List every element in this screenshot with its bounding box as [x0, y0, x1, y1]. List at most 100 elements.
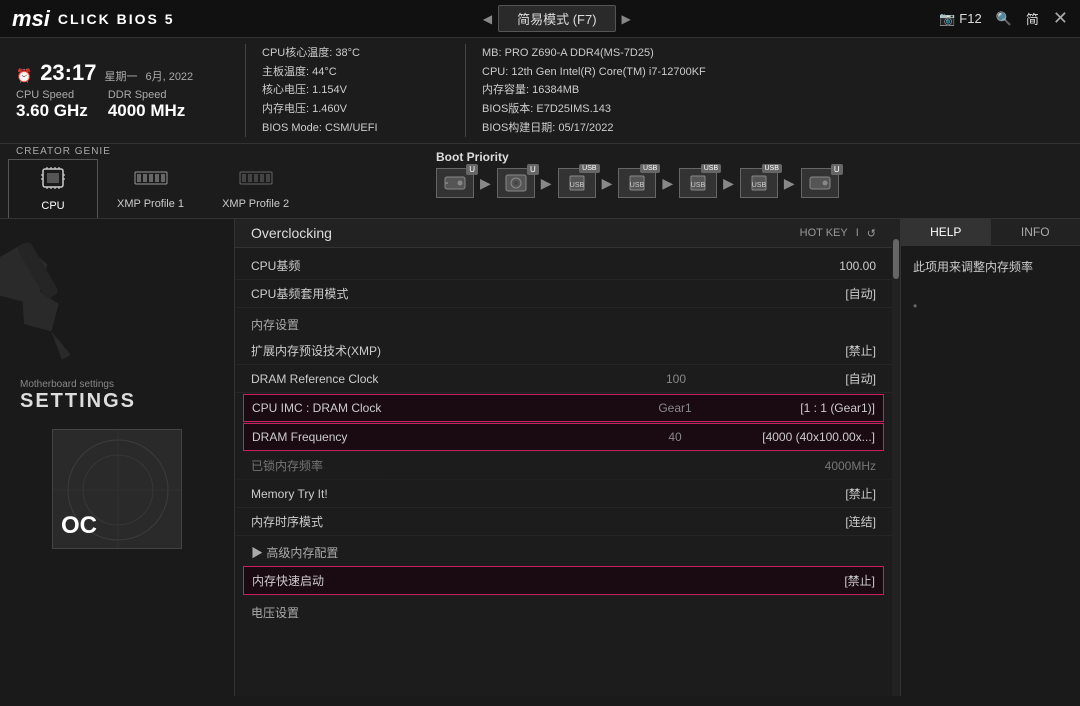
- boot-arrow-5: ▶: [784, 175, 795, 192]
- bios-mode-row: BIOS Mode: CSM/UEFI: [262, 119, 449, 138]
- svg-text:USB: USB: [752, 182, 767, 189]
- oc-box[interactable]: OC: [52, 429, 182, 549]
- setting-value-3: [禁止]: [716, 342, 876, 359]
- mode-badge[interactable]: 简易模式 (F7): [498, 5, 615, 32]
- svg-text:USB: USB: [569, 182, 584, 189]
- bios-ver-value: E7D25IMS.143: [536, 103, 611, 115]
- bios-date-value: 05/17/2022: [558, 122, 613, 134]
- camera-icon[interactable]: 📷 F12: [939, 11, 982, 27]
- mem-voltage-value: 1.460V: [312, 103, 347, 115]
- mb-label: MB:: [482, 47, 502, 59]
- core-voltage-value: 1.154V: [312, 84, 347, 96]
- setting-row-7[interactable]: 已锁内存频率 4000MHz: [235, 452, 892, 480]
- svg-text:USB: USB: [691, 182, 706, 189]
- boot-device-hdd-icon: U: [436, 168, 474, 198]
- setting-value-11: [禁止]: [715, 572, 875, 589]
- boot-device-0[interactable]: U: [436, 168, 474, 198]
- setting-row-4[interactable]: DRAM Reference Clock100[自动]: [235, 365, 892, 393]
- help-text: 此项用来调整内存频率: [913, 260, 1033, 274]
- oc-header-right: HOT KEY I ↺: [800, 227, 876, 240]
- ddr-speed-item: DDR Speed 4000 MHz: [108, 89, 185, 121]
- setting-value-7: 4000MHz: [716, 459, 876, 473]
- boot-device-3[interactable]: USB USB: [618, 168, 656, 198]
- help-info-content: 此项用来调整内存频率 •: [901, 246, 1080, 328]
- boot-priority-label: Boot Priority: [436, 150, 1064, 164]
- mb-temp-label: 主板温度:: [262, 66, 309, 78]
- tab-xmp1-label: XMP Profile 1: [117, 198, 184, 210]
- mb-value: PRO Z690-A DDR4(MS-7D25): [505, 47, 654, 59]
- setting-name-9: 内存时序模式: [251, 513, 636, 530]
- cpu-temp-row: CPU核心温度: 38°C: [262, 44, 449, 63]
- tab-cpu[interactable]: CPU: [8, 159, 98, 218]
- xmp1-tab-icon: [134, 168, 168, 194]
- ddr-speed-value: 4000 MHz: [108, 101, 185, 120]
- ddr-speed-label: DDR Speed: [108, 89, 185, 101]
- boot-device-usb1-icon: USB USB: [558, 168, 596, 198]
- boot-device-usb4-icon: USB USB: [740, 168, 778, 198]
- boot-arrow-1: ▶: [541, 175, 552, 192]
- click-bios-text: CLICK BIOS 5: [58, 11, 175, 27]
- boot-device-4[interactable]: USB USB: [679, 168, 717, 198]
- boot-device-6[interactable]: U: [801, 168, 839, 198]
- help-info-tabs: HELP INFO: [901, 219, 1080, 246]
- tab-xmp2[interactable]: XMP Profile 2: [203, 159, 308, 218]
- setting-row-11[interactable]: 内存快速启动[禁止]: [243, 566, 884, 595]
- boot-priority-section: Boot Priority U ▶ U ▶: [420, 144, 1080, 218]
- date-display: 6月, 2022: [145, 68, 193, 84]
- creator-top: CREATOR GENIE: [0, 144, 1080, 218]
- setting-row-1[interactable]: CPU基频套用模式[自动]: [235, 280, 892, 308]
- boot-device-2[interactable]: USB USB: [558, 168, 596, 198]
- mem-row: 内存容量: 16384MB: [482, 81, 1064, 100]
- tab-info[interactable]: INFO: [991, 219, 1080, 245]
- close-button[interactable]: ✕: [1053, 8, 1068, 29]
- cpu-speed-label: CPU Speed: [16, 89, 88, 101]
- oc-title: Overclocking: [251, 225, 332, 241]
- back-icon[interactable]: ↺: [867, 227, 876, 240]
- setting-name-1: CPU基频套用模式: [251, 285, 636, 302]
- setting-row-8[interactable]: Memory Try It! [禁止]: [235, 480, 892, 508]
- tab-xmp1[interactable]: XMP Profile 1: [98, 159, 203, 218]
- tab-help[interactable]: HELP: [901, 219, 991, 245]
- setting-row-0[interactable]: CPU基频100.00: [235, 252, 892, 280]
- scrollbar-thumb[interactable]: [893, 239, 899, 279]
- setting-row-3[interactable]: 扩展内存预设技术(XMP)[禁止]: [235, 337, 892, 365]
- setting-mid-5: Gear1: [635, 401, 715, 415]
- setting-mid-4: 100: [636, 372, 716, 386]
- cpu-speed-item: CPU Speed 3.60 GHz: [16, 89, 88, 121]
- setting-name-8: Memory Try It!: [251, 487, 636, 501]
- setting-name-0: CPU基频: [251, 257, 636, 274]
- lang-icon[interactable]: 简: [1026, 9, 1039, 28]
- setting-value-9: [连结]: [716, 513, 876, 530]
- setting-row-6[interactable]: DRAM Frequency40[4000 (40x100.00x...]: [243, 423, 884, 451]
- search-icon[interactable]: 🔍: [996, 11, 1012, 27]
- cpu-temp-value: 38°C: [335, 47, 360, 59]
- boot-device-usb2-icon: USB USB: [618, 168, 656, 198]
- bios-ver-row: BIOS版本: E7D25IMS.143: [482, 100, 1064, 119]
- oc-label: OC: [61, 512, 97, 540]
- setting-name-4: DRAM Reference Clock: [251, 372, 636, 386]
- setting-mid-6: 40: [635, 430, 715, 444]
- time-row: ⏰ 23:17 星期一 6月, 2022: [16, 60, 231, 86]
- xmp2-tab-icon: [239, 168, 273, 194]
- setting-name-7: 已锁内存频率: [251, 457, 636, 474]
- hotkey-label: HOT KEY: [800, 227, 848, 239]
- setting-value-5: [1 : 1 (Gear1)]: [715, 401, 875, 415]
- info-mid: CPU核心温度: 38°C 主板温度: 44°C 核心电压: 1.154V 内存…: [246, 44, 466, 137]
- bios-mode-label: BIOS Mode:: [262, 122, 322, 134]
- boot-device-optical-icon: U: [497, 168, 535, 198]
- boot-device-1[interactable]: U: [497, 168, 535, 198]
- setting-value-8: [禁止]: [716, 485, 876, 502]
- boot-arrow-3: ▶: [662, 175, 673, 192]
- setting-row-9[interactable]: 内存时序模式 [连结]: [235, 508, 892, 536]
- core-voltage-row: 核心电压: 1.154V: [262, 81, 449, 100]
- info-left: ⏰ 23:17 星期一 6月, 2022 CPU Speed 3.60 GHz …: [16, 44, 246, 137]
- boot-device-5[interactable]: USB USB: [740, 168, 778, 198]
- boot-devices-list: U ▶ U ▶ USB USB: [436, 168, 1064, 198]
- setting-row-5[interactable]: CPU IMC : DRAM ClockGear1[1 : 1 (Gear1)]: [243, 394, 884, 422]
- oc-header: Overclocking HOT KEY I ↺: [235, 219, 892, 248]
- mb-temp-row: 主板温度: 44°C: [262, 63, 449, 82]
- mem-voltage-label: 内存电压:: [262, 103, 309, 115]
- tab-xmp2-label: XMP Profile 2: [222, 198, 289, 210]
- msi-logo-text: msi: [12, 6, 50, 32]
- cpu-label: CPU:: [482, 66, 508, 78]
